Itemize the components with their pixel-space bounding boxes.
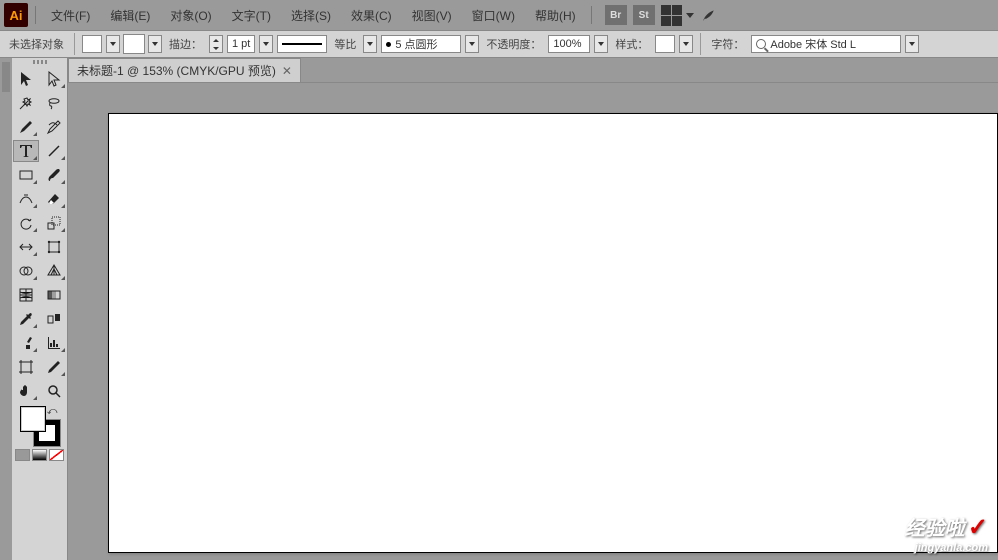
color-mode-none[interactable] [49, 449, 64, 461]
brush-def-dropdown[interactable] [465, 35, 479, 53]
selection-status: 未选择对象 [6, 36, 67, 52]
type-tool[interactable] [13, 140, 39, 162]
var-width-profile[interactable] [277, 35, 327, 53]
hand-tool[interactable] [13, 380, 39, 402]
opacity-dropdown[interactable] [594, 35, 608, 53]
watermark-brand: 经验啦 [905, 518, 965, 540]
fill-dropdown[interactable] [106, 35, 120, 53]
brush-def-preview[interactable]: 5 点圆形 [381, 35, 461, 53]
menu-select[interactable]: 选择(S) [283, 3, 339, 28]
uniform-label: 等比 [331, 36, 359, 52]
toolbox: ⤺ [12, 58, 68, 560]
stroke-weight-input[interactable]: 1 pt [227, 35, 255, 53]
rotate-tool[interactable] [13, 212, 39, 234]
free-transform-tool[interactable] [41, 236, 67, 258]
eraser-tool[interactable] [41, 188, 67, 210]
menu-edit[interactable]: 编辑(E) [102, 3, 158, 28]
stroke-weight-spinner[interactable] [209, 35, 223, 53]
selection-tool[interactable] [13, 68, 39, 90]
feather-icon[interactable] [700, 7, 718, 23]
menu-help[interactable]: 帮助(H) [527, 3, 584, 28]
opacity-label: 不透明度： [483, 36, 544, 52]
menu-file[interactable]: 文件(F) [43, 3, 98, 28]
stroke-weight-dropdown[interactable] [259, 35, 273, 53]
char-label: 字符： [708, 36, 747, 52]
rectangle-tool[interactable] [13, 164, 39, 186]
opacity-input[interactable]: 100% [548, 35, 590, 53]
perspective-grid-tool[interactable] [41, 260, 67, 282]
paintbrush-tool[interactable] [41, 164, 67, 186]
direct-selection-tool[interactable] [41, 68, 67, 90]
stroke-dropdown[interactable] [148, 35, 162, 53]
mesh-tool[interactable] [13, 284, 39, 306]
fill-color[interactable] [20, 406, 46, 432]
column-graph-tool[interactable] [41, 332, 67, 354]
color-mode-gradient[interactable] [32, 449, 47, 461]
shaper-tool[interactable] [13, 188, 39, 210]
curvature-tool[interactable] [41, 116, 67, 138]
lasso-tool[interactable] [41, 92, 67, 114]
fill-swatch[interactable] [82, 35, 102, 53]
dock-expand-handle[interactable] [2, 62, 10, 92]
bridge-icon[interactable]: Br [605, 5, 627, 25]
magic-wand-tool[interactable] [13, 92, 39, 114]
stroke-swatch[interactable] [124, 35, 144, 53]
artboard[interactable] [108, 113, 998, 553]
stroke-label: 描边： [166, 36, 205, 52]
menu-object[interactable]: 对象(O) [162, 3, 219, 28]
style-dropdown[interactable] [679, 35, 693, 53]
document-tab-title: 未标题-1 @ 153% (CMYK/GPU 预览) [77, 62, 276, 79]
search-icon [756, 39, 766, 49]
color-mode-solid[interactable] [15, 449, 30, 461]
eyedropper-tool[interactable] [13, 308, 39, 330]
close-tab-icon[interactable]: ✕ [282, 64, 292, 78]
blend-tool[interactable] [41, 308, 67, 330]
scale-tool[interactable] [41, 212, 67, 234]
menu-view[interactable]: 视图(V) [404, 3, 460, 28]
gradient-tool[interactable] [41, 284, 67, 306]
style-swatch[interactable] [655, 35, 675, 53]
symbol-sprayer-tool[interactable] [13, 332, 39, 354]
document-tab[interactable]: 未标题-1 @ 153% (CMYK/GPU 预览) ✕ [68, 58, 301, 82]
watermark: 经验啦 ✓ jingyanla.com [905, 512, 988, 554]
font-dropdown[interactable] [905, 35, 919, 53]
menu-type[interactable]: 文字(T) [224, 3, 279, 28]
menu-effect[interactable]: 效果(C) [343, 3, 400, 28]
pen-tool[interactable] [13, 116, 39, 138]
watermark-url: jingyanla.com [905, 542, 988, 554]
zoom-tool[interactable] [41, 380, 67, 402]
arrange-docs-button[interactable] [661, 5, 694, 26]
brush-def-label: 5 点圆形 [395, 36, 437, 52]
shape-builder-tool[interactable] [13, 260, 39, 282]
var-width-dropdown[interactable] [363, 35, 377, 53]
stock-icon[interactable]: St [633, 5, 655, 25]
artboard-tool[interactable] [13, 356, 39, 378]
font-family-input[interactable]: Adobe 宋体 Std L [751, 35, 901, 53]
slice-tool[interactable] [41, 356, 67, 378]
menu-window[interactable]: 窗口(W) [464, 3, 523, 28]
line-tool[interactable] [41, 140, 67, 162]
swap-fill-stroke[interactable]: ⤺ [47, 406, 58, 417]
style-label: 样式： [612, 36, 651, 52]
ai-logo: Ai [4, 3, 28, 27]
width-tool[interactable] [13, 236, 39, 258]
font-name-value: Adobe 宋体 Std L [770, 36, 856, 52]
